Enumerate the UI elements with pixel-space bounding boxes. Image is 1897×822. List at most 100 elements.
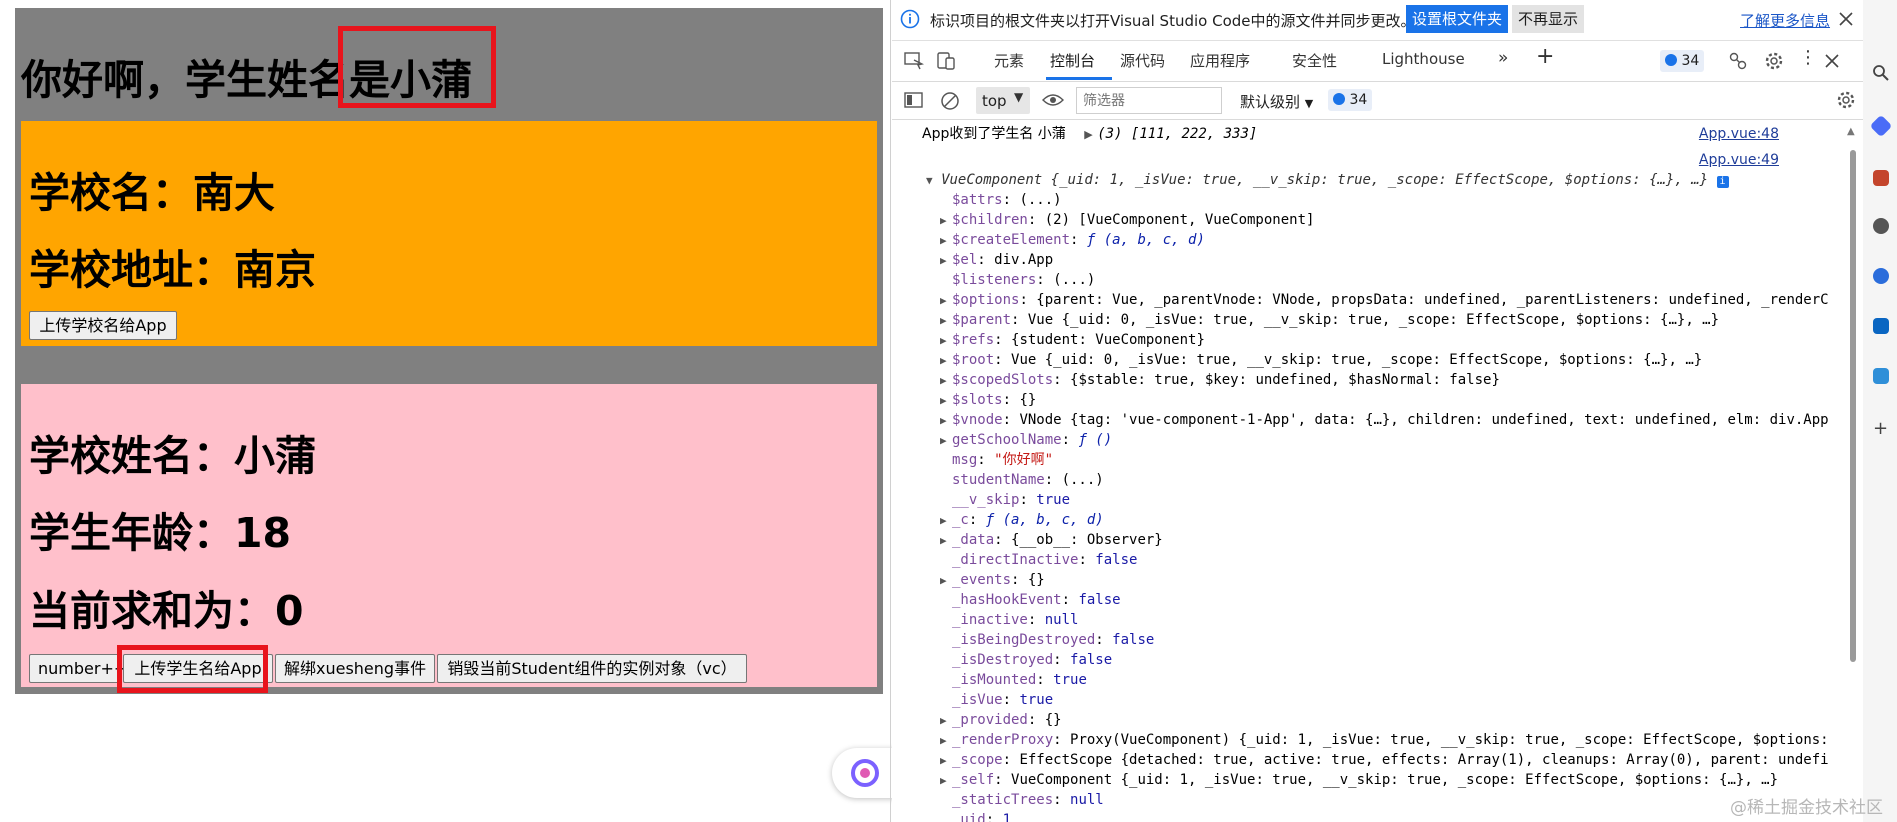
tab-lighthouse[interactable]: Lighthouse — [1382, 50, 1465, 68]
expanded-triangle-icon[interactable]: ▼ — [926, 174, 933, 187]
live-expression-eye-icon[interactable] — [1042, 92, 1064, 108]
property-row[interactable]: ▶ _renderProxy: Proxy(VueComponent) {_uid… — [940, 730, 1829, 750]
property-value: (...) — [1019, 192, 1062, 208]
sidebar-toggle-icon[interactable] — [904, 92, 924, 108]
dont-show-again-button[interactable]: 不再显示 — [1512, 5, 1585, 33]
property-row[interactable]: ▶ _provided: {} — [940, 710, 1062, 730]
property-row[interactable]: ▶ $refs: {student: VueComponent} — [940, 330, 1205, 350]
property-key: _uid — [952, 812, 986, 822]
expand-triangle-icon[interactable]: ▶ — [940, 291, 952, 311]
expand-triangle-icon[interactable]: ▶ — [940, 711, 952, 731]
property-row[interactable]: ▶ _scope: EffectScope {detached: true, ac… — [940, 750, 1829, 770]
property-value: ƒ (a, b, c, d) — [1086, 232, 1205, 248]
property-row[interactable]: ▶ $createElement: ƒ (a, b, c, d) — [940, 230, 1205, 250]
set-root-folder-button[interactable]: 设置根文件夹 — [1406, 5, 1509, 33]
property-row[interactable]: ▶ $children: (2) [VueComponent, VueCompon… — [940, 210, 1314, 230]
context-selector[interactable]: top ▼ — [976, 87, 1030, 114]
expand-triangle-icon[interactable]: ▶ — [940, 431, 952, 451]
tab-console[interactable]: 控制台 — [1050, 50, 1095, 71]
log-message[interactable]: App收到了学生名 小蒲 ▶ (3) [111, 222, 333] — [922, 124, 1257, 144]
property-row[interactable]: ▶ $parent: Vue {_uid: 0, _isVue: true, __… — [940, 310, 1719, 330]
upload-school-name-button[interactable]: 上传学校名给App — [29, 311, 177, 340]
property-row[interactable]: ▶ getSchoolName: ƒ () — [940, 430, 1112, 450]
scroll-up-icon[interactable]: ▲ — [1847, 126, 1855, 137]
property-key: _staticTrees — [952, 792, 1054, 808]
expand-triangle-icon[interactable]: ▶ — [940, 391, 952, 411]
settings-gear-icon[interactable] — [1764, 51, 1784, 71]
tab-elements[interactable]: 元素 — [994, 50, 1024, 71]
property-colon: : — [1053, 792, 1071, 808]
property-value: div.App — [994, 252, 1054, 268]
more-tabs-icon[interactable]: » — [1498, 48, 1508, 68]
network-conditions-icon[interactable] — [1728, 51, 1748, 71]
property-key: $el — [952, 252, 978, 268]
expand-triangle-icon[interactable]: ▶ — [940, 411, 952, 431]
unbind-xuesheng-button[interactable]: 解绑xuesheng事件 — [275, 654, 435, 683]
property-row[interactable]: ▶ $options: {parent: Vue, _parentVnode: V… — [940, 290, 1829, 310]
inspect-element-icon[interactable] — [904, 52, 924, 70]
expand-triangle-icon[interactable]: ▶ — [940, 231, 952, 251]
property-row[interactable]: ▶ _events: {} — [940, 570, 1045, 590]
property-key: _scope — [952, 752, 1003, 768]
search-icon[interactable] — [1872, 64, 1890, 82]
close-devtools-icon[interactable] — [1824, 53, 1840, 69]
tab-security[interactable]: 安全性 — [1292, 50, 1337, 71]
property-key: _isVue — [952, 692, 1003, 708]
add-tab-icon[interactable]: + — [1536, 44, 1554, 69]
source-link-app-vue-48[interactable]: App.vue:48 — [1699, 126, 1779, 142]
expand-triangle-icon[interactable]: ▶ — [940, 771, 952, 791]
expand-triangle-icon[interactable]: ▶ — [940, 751, 952, 771]
add-sidebar-icon[interactable]: + — [1873, 418, 1888, 439]
console-scrollbar[interactable] — [1850, 150, 1856, 662]
more-options-icon[interactable]: ⋮ — [1799, 47, 1817, 68]
property-value: (2) [VueComponent, VueComponent] — [1044, 212, 1315, 228]
property-row[interactable]: ▶ $root: Vue {_uid: 0, _isVue: true, __v_… — [940, 350, 1702, 370]
expand-triangle-icon[interactable]: ▶ — [940, 571, 952, 591]
tab-sources[interactable]: 源代码 — [1120, 50, 1165, 71]
profile-icon[interactable] — [1873, 218, 1889, 234]
expand-triangle-icon[interactable]: ▶ — [1084, 128, 1092, 141]
copilot-rail-icon[interactable] — [1873, 268, 1889, 284]
expand-triangle-icon[interactable]: ▶ — [940, 731, 952, 751]
expand-triangle-icon[interactable]: ▶ — [940, 351, 952, 371]
expand-triangle-icon[interactable]: ▶ — [940, 311, 952, 331]
property-row[interactable]: ▶ $vnode: VNode {tag: 'vue-component-1-Ap… — [940, 410, 1829, 430]
close-infobar-icon[interactable] — [1838, 11, 1854, 27]
source-link-app-vue-49[interactable]: App.vue:49 — [1699, 152, 1779, 168]
filter-input[interactable] — [1076, 87, 1222, 114]
tag-icon[interactable] — [1869, 114, 1893, 138]
property-row[interactable]: ▶ $el: div.App — [940, 250, 1053, 270]
toolbox-icon[interactable] — [1873, 170, 1889, 186]
property-row[interactable]: ▶ _data: {__ob__: Observer} — [940, 530, 1163, 550]
copilot-button[interactable] — [832, 748, 896, 798]
property-row[interactable]: ▶ $scopedSlots: {$stable: true, $key: und… — [940, 370, 1500, 390]
expand-triangle-icon[interactable]: ▶ — [940, 531, 952, 551]
expand-triangle-icon[interactable]: ▶ — [940, 251, 952, 271]
expand-triangle-icon[interactable]: ▶ — [940, 371, 952, 391]
log-level-dropdown[interactable]: 默认级别 ▼ — [1240, 91, 1313, 112]
expand-triangle-icon[interactable]: ▶ — [940, 211, 952, 231]
property-row[interactable]: ▶ _c: ƒ (a, b, c, d) — [940, 510, 1104, 530]
property-value: true — [1036, 492, 1071, 508]
send-icon[interactable] — [1873, 368, 1889, 384]
expand-triangle-icon[interactable]: ▶ — [940, 331, 952, 351]
message-count-badge[interactable]: 34 — [1328, 89, 1373, 111]
tab-application[interactable]: 应用程序 — [1190, 50, 1250, 71]
device-emulation-icon[interactable] — [936, 51, 956, 71]
clear-console-icon[interactable] — [940, 91, 960, 111]
property-colon: : — [1011, 572, 1028, 588]
property-row[interactable]: ▶ $slots: {} — [940, 390, 1036, 410]
destroy-student-vc-button[interactable]: 销毁当前Student组件的实例对象（vc） — [437, 654, 747, 683]
expand-triangle-icon[interactable]: ▶ — [940, 511, 952, 531]
console-settings-gear-icon[interactable] — [1836, 90, 1856, 110]
outlook-icon[interactable] — [1873, 318, 1889, 334]
property-row[interactable]: ▶ _self: VueComponent {_uid: 1, _isVue: t… — [940, 770, 1778, 790]
property-key: _renderProxy — [952, 732, 1054, 748]
log-text: App收到了学生名 小蒲 — [922, 126, 1066, 142]
property-value: (...) — [1053, 272, 1096, 288]
root-object-row[interactable]: ▼ VueComponent {_uid: 1, _isVue: true, _… — [926, 170, 1729, 190]
issues-badge[interactable]: 34 — [1660, 50, 1705, 72]
pane-divider[interactable] — [890, 0, 891, 822]
number-increment-button[interactable]: number++ — [29, 654, 127, 683]
learn-more-link[interactable]: 了解更多信息 — [1740, 10, 1830, 31]
